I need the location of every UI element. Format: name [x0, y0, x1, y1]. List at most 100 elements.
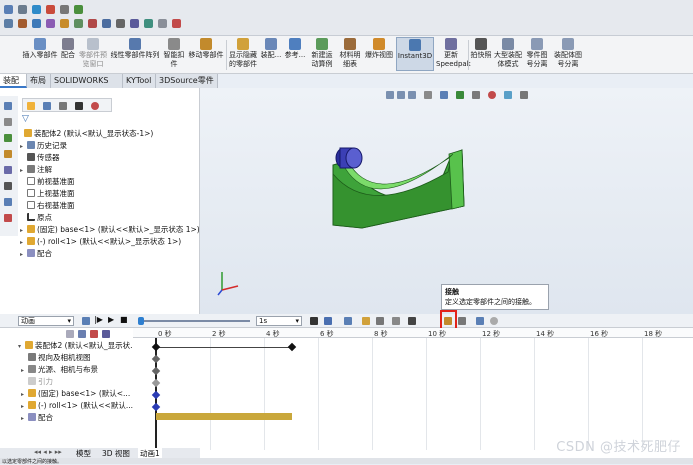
motion-timeline[interactable]: 0 秒 2 秒 4 秒 6 秒 8 秒 10 秒 12 秒 14 秒 16 秒 … [133, 328, 693, 450]
expand-arrow-icon[interactable]: ▸ [21, 365, 28, 376]
mates-key-bar[interactable] [156, 413, 292, 420]
animation-wizard-icon[interactable] [344, 317, 352, 325]
assembly-number-split-button[interactable]: 装配体图号分离 [552, 38, 584, 69]
mate-button[interactable]: 配合 [60, 38, 76, 60]
strip-tool-icon[interactable] [4, 118, 12, 126]
strip-tool-icon[interactable] [4, 134, 12, 142]
results-icon[interactable] [476, 317, 484, 325]
playback-speed-select[interactable]: 1s ▾ [256, 316, 302, 326]
snapshot-button[interactable]: 拍快照 [470, 38, 492, 60]
tree-item-annotations[interactable]: ▸ 注解 [20, 164, 52, 175]
tab-3dsource[interactable]: 3DSource零件库 [156, 74, 218, 98]
line-icon[interactable] [18, 5, 27, 14]
appearance-icon[interactable] [60, 19, 69, 28]
tree-item-origin[interactable]: 原点 [27, 212, 52, 223]
tab-assembly[interactable]: 装配体 [0, 74, 27, 98]
move-component-button[interactable]: 移动零部件 [188, 38, 224, 60]
section-view-icon[interactable] [88, 19, 97, 28]
tree-item-base[interactable]: ▸ (固定) base<1> (默认<<默认>_显示状态 1>) [20, 224, 200, 235]
gravity-icon[interactable] [458, 317, 466, 325]
bom-button[interactable]: 材料明细表 [338, 38, 362, 69]
scene-icon[interactable] [74, 19, 83, 28]
reference-geometry-button[interactable]: 参考... [284, 38, 306, 60]
expand-arrow-icon[interactable]: ▸ [20, 141, 27, 152]
component-preview-button[interactable]: 零部件预览窗口 [78, 38, 108, 69]
keyframe[interactable] [151, 402, 161, 412]
part-number-split-button[interactable]: 零件图号分离 [524, 38, 550, 69]
tree-item-mates[interactable]: ▸ 配合 [20, 248, 52, 259]
keyframe[interactable] [151, 390, 161, 400]
motion-tree-base[interactable]: ▸ (固定) base<1> (默认<... [21, 388, 130, 399]
feature-tree-icon[interactable] [27, 102, 35, 110]
expand-arrow-icon[interactable]: ▸ [20, 225, 27, 236]
keyframe[interactable] [151, 342, 161, 352]
expand-arrow-icon[interactable]: ▸ [20, 237, 27, 248]
options-icon[interactable] [74, 5, 83, 14]
motion-tree-root[interactable]: ▾ 装配体2 (默认<默认_显示状... [18, 340, 137, 351]
tree-item-history[interactable]: ▸ 历史记录 [20, 140, 67, 151]
motion-tree-camera[interactable]: 视向及相机视图 [28, 352, 91, 363]
expand-arrow-icon[interactable]: ▸ [21, 413, 28, 424]
expand-arrow-icon[interactable]: ▸ [20, 165, 27, 176]
pan-icon[interactable] [130, 19, 139, 28]
tree-item-right-plane[interactable]: 右视基准面 [27, 200, 75, 211]
playback-slider[interactable] [138, 320, 250, 322]
filter-selected-icon[interactable] [90, 330, 98, 338]
point-icon[interactable] [32, 5, 41, 14]
keyframe[interactable] [151, 354, 161, 364]
assembly-features-button[interactable]: 装配... [260, 38, 282, 60]
display-manager-icon[interactable] [91, 102, 99, 110]
rotate-icon[interactable] [116, 19, 125, 28]
view-orientation-icon[interactable] [18, 19, 27, 28]
large-assembly-button[interactable]: 大型装配体模式 [494, 38, 522, 69]
calculate-icon[interactable] [82, 317, 90, 325]
tab-layout[interactable]: 布局 [27, 74, 51, 88]
tree-item-sensors[interactable]: 传感器 [27, 152, 60, 163]
dimxpert-icon[interactable] [75, 102, 83, 110]
linear-pattern-button[interactable]: 线性零部件阵列 [110, 38, 160, 60]
update-speedpak-button[interactable]: 更新Speedpak [436, 38, 471, 69]
settings-icon[interactable] [158, 19, 167, 28]
keyframe[interactable] [151, 378, 161, 388]
motion-tree-mates[interactable]: ▸ 配合 [21, 412, 53, 423]
add-key-icon[interactable] [324, 317, 332, 325]
tab-mbd[interactable]: SOLIDWORKS MBD [51, 74, 123, 98]
property-manager-icon[interactable] [43, 102, 51, 110]
play-icon[interactable]: ▶ [108, 315, 114, 324]
hide-show-icon[interactable] [46, 19, 55, 28]
tree-item-front-plane[interactable]: 前视基准面 [27, 176, 75, 187]
autokey-icon[interactable] [310, 317, 318, 325]
measure-icon[interactable] [144, 19, 153, 28]
stop-icon[interactable]: ■ [120, 315, 128, 324]
keyframe[interactable] [287, 342, 297, 352]
motion-tree-lights[interactable]: ▸ 光源、相机与布景 [21, 364, 98, 375]
help-icon[interactable] [172, 19, 181, 28]
show-hidden-button[interactable]: 显示隐藏的零部件 [228, 38, 258, 69]
smart-fasteners-button[interactable]: 智能扣件 [162, 38, 186, 69]
tab-nav-arrows[interactable]: ◂◂ ◂ ▸ ▸▸ [34, 448, 62, 456]
config-manager-icon[interactable] [59, 102, 67, 110]
filter-icon[interactable]: ▽ [22, 114, 29, 124]
tree-item-top-plane[interactable]: 上视基准面 [27, 188, 75, 199]
filter-animated-icon[interactable] [66, 330, 74, 338]
tree-item-roll[interactable]: ▸ (-) roll<1> (默认<<默认>_显示状态 1>) [20, 236, 181, 247]
smart-dimension-icon[interactable] [46, 5, 55, 14]
rebuild-icon[interactable] [60, 5, 69, 14]
collapse-icon[interactable] [102, 330, 110, 338]
spring-icon[interactable] [376, 317, 384, 325]
playback-slider-thumb[interactable] [138, 317, 144, 325]
sketch-icon[interactable] [4, 5, 13, 14]
strip-tool-icon[interactable] [4, 150, 12, 158]
tab-kytool[interactable]: KYTool [123, 74, 156, 88]
motor-icon[interactable] [362, 317, 370, 325]
strip-tool-icon[interactable] [4, 198, 12, 206]
motion-properties-icon[interactable] [490, 317, 498, 325]
motion-tree-roll[interactable]: ▸ (-) roll<1> (默认<<默认... [21, 400, 133, 411]
display-style-icon[interactable] [32, 19, 41, 28]
instant3d-button[interactable]: Instant3D [396, 37, 434, 71]
graphics-viewport[interactable] [200, 88, 693, 314]
filter-driving-icon[interactable] [78, 330, 86, 338]
force-icon[interactable] [408, 317, 416, 325]
line-toolbar-icon[interactable] [4, 19, 13, 28]
play-from-start-icon[interactable]: |▶ [94, 315, 103, 324]
